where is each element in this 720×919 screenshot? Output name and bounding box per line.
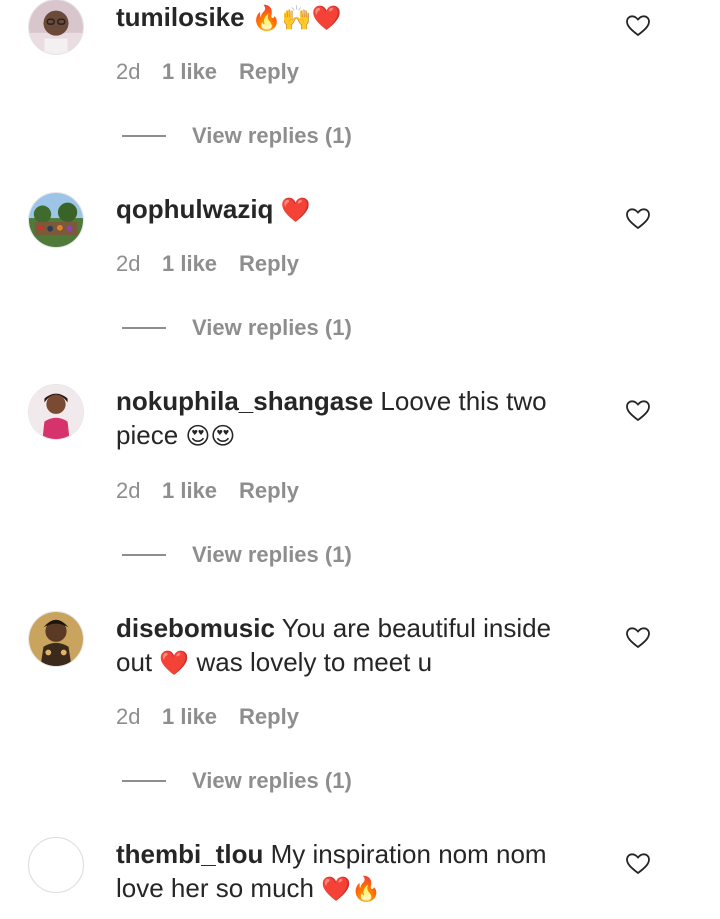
comment-time: 2d [116, 478, 141, 503]
comment-meta: 2d 1 like Reply [116, 250, 299, 278]
view-replies-label: View replies (1) [192, 123, 352, 148]
username[interactable]: disebomusic [116, 613, 275, 643]
likes-count[interactable]: 1 like [162, 477, 217, 505]
like-heart-icon[interactable] [626, 627, 650, 649]
comment-time: 2d [116, 59, 141, 84]
username[interactable]: qophulwaziq [116, 194, 273, 224]
comment-text: tumilosike 🔥🙌❤️ [116, 0, 586, 35]
view-replies-label: View replies (1) [192, 768, 352, 793]
comment-body-continued: was lovely to meet u [196, 647, 433, 677]
like-heart-icon[interactable] [626, 15, 650, 37]
reply-button[interactable]: Reply [239, 478, 299, 503]
like-heart-icon[interactable] [626, 208, 650, 230]
avatar[interactable] [28, 611, 84, 667]
comment-meta: 2d 1 like Reply [116, 58, 299, 86]
comment-text: nokuphila_shangase Loove this two piece … [116, 384, 586, 453]
divider-line [122, 135, 166, 137]
avatar[interactable] [28, 0, 84, 55]
comment-meta: 2d 1 like Reply [116, 703, 299, 731]
avatar[interactable] [28, 192, 84, 248]
username[interactable]: tumilosike [116, 2, 245, 32]
comment-text: qophulwaziq ❤️ [116, 192, 586, 227]
like-heart-icon[interactable] [626, 400, 650, 422]
divider-line [122, 780, 166, 782]
reply-button[interactable]: Reply [239, 59, 299, 84]
comment-emoji: ❤️ [280, 196, 311, 224]
comment-emoji: ❤️🔥 [321, 875, 381, 903]
reply-button[interactable]: Reply [239, 704, 299, 729]
avatar[interactable] [28, 384, 84, 440]
likes-count[interactable]: 1 like [162, 58, 217, 86]
divider-line [122, 554, 166, 556]
likes-count[interactable]: 1 like [162, 703, 217, 731]
comment-text: thembi_tlou My inspiration nom nom love … [116, 837, 586, 906]
likes-count[interactable]: 1 like [162, 250, 217, 278]
username[interactable]: thembi_tlou [116, 839, 263, 869]
view-replies-label: View replies (1) [192, 315, 352, 340]
like-heart-icon[interactable] [626, 853, 650, 875]
comment-emoji: ❤️ [159, 649, 190, 677]
avatar[interactable] [28, 837, 84, 893]
comment-time: 2d [116, 704, 141, 729]
divider-line [122, 327, 166, 329]
comment-emoji: 😍😍 [185, 422, 236, 450]
comment-emoji: 🔥🙌❤️ [251, 4, 342, 32]
comment-meta: 2d 1 like Reply [116, 477, 299, 505]
comment-text: disebomusic You are beautiful inside out… [116, 611, 586, 680]
username[interactable]: nokuphila_shangase [116, 386, 373, 416]
view-replies-label: View replies (1) [192, 542, 352, 567]
comment-time: 2d [116, 251, 141, 276]
reply-button[interactable]: Reply [239, 251, 299, 276]
